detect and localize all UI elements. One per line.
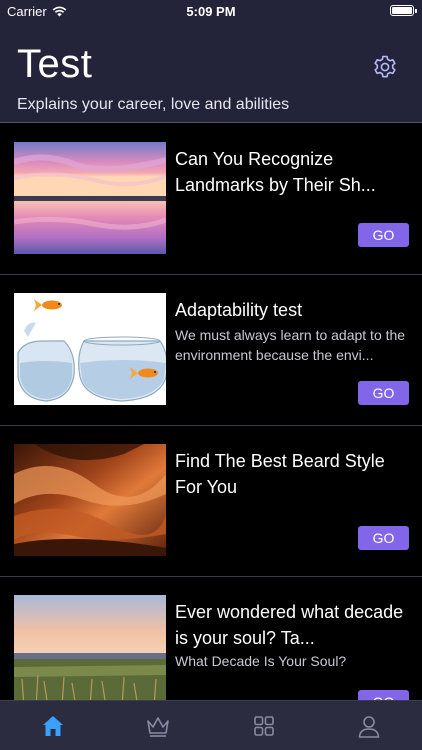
- card-title: Ever wondered what decade is your soul? …: [175, 602, 404, 648]
- card-thumbnail: [14, 595, 166, 700]
- card-title: Can You Recognize Landmarks by Their Sh.…: [175, 149, 376, 195]
- status-time: 5:09 PM: [186, 4, 236, 19]
- test-card-adaptability[interactable]: Adaptability test We must always learn t…: [0, 275, 422, 426]
- battery-icon: [390, 5, 417, 16]
- page-subtitle: Explains your career, love and abilities: [17, 96, 290, 113]
- card-title: Adaptability test: [175, 300, 303, 320]
- test-list[interactable]: Can You Recognize Landmarks by Their Sh.…: [0, 124, 422, 700]
- grid-icon: [253, 716, 274, 736]
- goldfish-bowls-image: [14, 293, 166, 405]
- go-button[interactable]: GO: [358, 526, 409, 550]
- tab-crown[interactable]: [105, 701, 210, 750]
- tab-profile[interactable]: [316, 701, 421, 750]
- gear-icon[interactable]: [372, 54, 398, 80]
- tab-bar: [0, 700, 422, 750]
- page-title: Test: [17, 42, 93, 86]
- profile-icon: [358, 716, 379, 738]
- status-bar: Carrier 5:09 PM: [0, 0, 422, 22]
- test-card-beard-style[interactable]: Find The Best Beard Style For You GO: [0, 426, 422, 577]
- go-button[interactable]: GO: [358, 381, 409, 405]
- canyon-image: [14, 444, 166, 556]
- sunset-lake-image: [14, 142, 166, 254]
- test-card-soul-decade[interactable]: Ever wondered what decade is your soul? …: [0, 577, 422, 700]
- tab-home[interactable]: [0, 701, 105, 750]
- card-title: Find The Best Beard Style For You: [175, 451, 385, 497]
- tab-grid[interactable]: [211, 701, 316, 750]
- header: Test Explains your career, love and abil…: [0, 22, 422, 123]
- field-at-dusk-image: [14, 595, 166, 700]
- card-thumbnail: [14, 444, 166, 556]
- card-thumbnail: [14, 293, 166, 405]
- crown-icon: [146, 717, 169, 737]
- go-button[interactable]: GO: [358, 223, 409, 247]
- card-description: We must always learn to adapt to the env…: [175, 327, 406, 363]
- card-thumbnail: [14, 142, 166, 254]
- test-card-landmarks[interactable]: Can You Recognize Landmarks by Their Sh.…: [0, 124, 422, 275]
- card-description: What Decade Is Your Soul?: [175, 653, 347, 669]
- home-icon: [42, 716, 63, 736]
- go-button[interactable]: GO: [358, 690, 409, 700]
